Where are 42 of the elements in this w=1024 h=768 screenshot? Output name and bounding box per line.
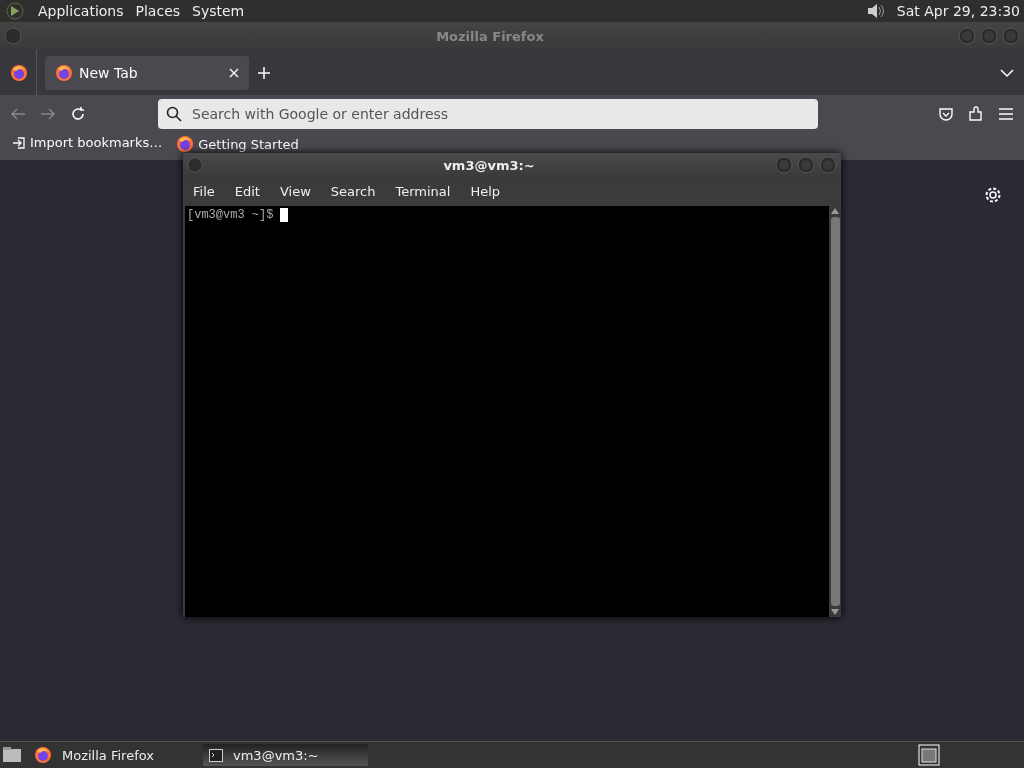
forward-icon[interactable] bbox=[40, 107, 56, 121]
menu-item[interactable]: Edit bbox=[234, 184, 260, 199]
browser-tab[interactable]: New Tab bbox=[45, 55, 249, 90]
import-icon bbox=[12, 135, 26, 150]
scrollbar[interactable] bbox=[829, 206, 841, 617]
panel-menu[interactable]: Applications bbox=[38, 3, 124, 19]
plus-icon[interactable] bbox=[257, 65, 271, 80]
taskbar-button[interactable]: vm3@vm3:~ bbox=[203, 744, 368, 766]
menu-item[interactable]: Search bbox=[330, 184, 376, 199]
settings-icon[interactable] bbox=[984, 186, 1002, 204]
close-icon[interactable] bbox=[229, 67, 239, 78]
scroll-down-icon[interactable] bbox=[831, 609, 839, 615]
scrollbar-thumb[interactable] bbox=[830, 217, 840, 606]
firefox-icon bbox=[176, 135, 195, 153]
bookmark-label[interactable]: Import bookmarks… bbox=[30, 135, 163, 150]
terminal-icon bbox=[209, 748, 223, 762]
clock[interactable]: Sat Apr 29, 23:30 bbox=[896, 3, 1020, 19]
window-title: Mozilla Firefox bbox=[435, 28, 545, 44]
firefox-icon bbox=[34, 746, 52, 764]
back-icon[interactable] bbox=[10, 107, 26, 121]
firefox-icon bbox=[10, 63, 28, 82]
panel-menu[interactable]: Places bbox=[135, 3, 181, 19]
menu-item[interactable]: Terminal bbox=[395, 184, 451, 199]
chevron-down-icon[interactable] bbox=[1000, 67, 1014, 78]
taskbar-button[interactable]: Mozilla Firefox bbox=[28, 744, 193, 766]
pocket-icon[interactable] bbox=[938, 106, 954, 122]
panel-menu[interactable]: System bbox=[192, 3, 245, 19]
logo-icon[interactable] bbox=[4, 1, 26, 21]
menu-item[interactable]: Help bbox=[470, 184, 501, 199]
menu-icon[interactable] bbox=[998, 107, 1014, 121]
menu-item[interactable]: View bbox=[279, 184, 311, 199]
workspace-icon[interactable] bbox=[918, 744, 940, 766]
text-cursor bbox=[280, 208, 289, 222]
prompt-text: [vm3@vm3 ~]$ bbox=[187, 208, 274, 222]
window-title: vm3@vm3:~ bbox=[442, 157, 536, 173]
address-field[interactable]: Search with Google or enter address bbox=[158, 99, 818, 129]
bookmark-label[interactable]: Getting Started bbox=[198, 136, 299, 152]
scroll-up-icon[interactable] bbox=[831, 208, 839, 214]
menu-item[interactable]: File bbox=[193, 184, 215, 199]
firefox-icon bbox=[55, 63, 73, 82]
search-icon bbox=[166, 106, 182, 122]
reload-icon[interactable] bbox=[70, 106, 86, 122]
